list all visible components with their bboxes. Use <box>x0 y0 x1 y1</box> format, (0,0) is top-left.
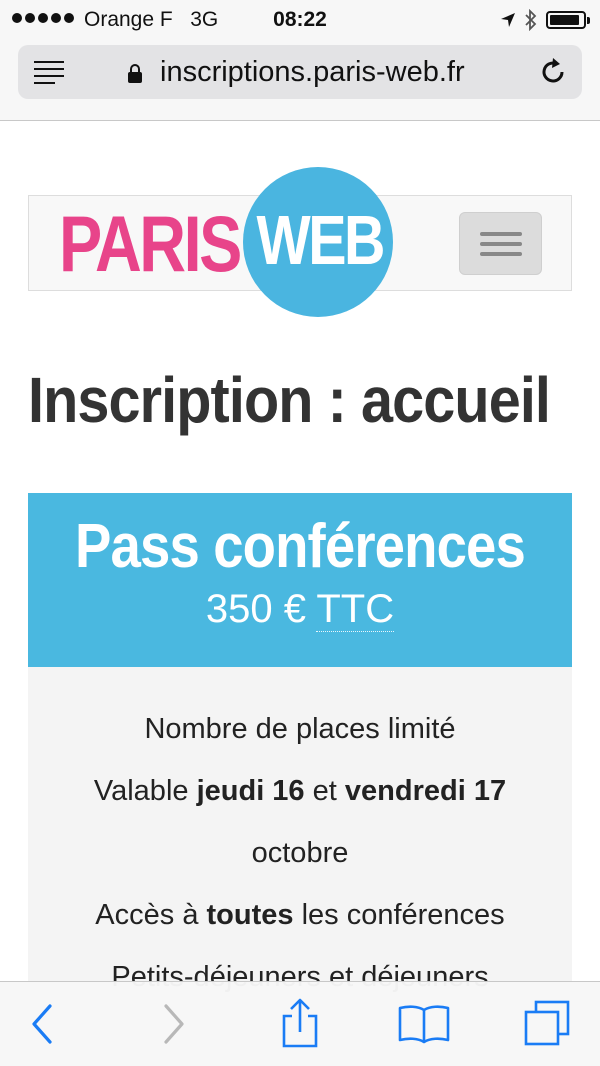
pass-card-header: Pass conférences 350 € TTC <box>28 493 572 667</box>
bookmarks-icon[interactable] <box>396 998 452 1050</box>
tabs-icon[interactable] <box>520 998 576 1050</box>
feature-text: Accès à <box>95 899 207 931</box>
page-title: Inscription : accueil <box>28 364 551 436</box>
price-tax-abbr: TTC <box>316 587 395 632</box>
share-icon[interactable] <box>272 998 328 1050</box>
logo-paris-text[interactable]: PARIS <box>59 204 242 283</box>
lock-icon <box>128 64 142 83</box>
feature-bold: vendredi 17 <box>344 775 507 807</box>
pass-price: 350 € TTC <box>28 587 572 632</box>
feature-bold: jeudi 16 <box>196 775 305 807</box>
reload-icon[interactable] <box>538 57 568 87</box>
browser-address-area: inscriptions.paris-web.fr <box>0 40 600 121</box>
feature-all-talks: Accès à toutes les conférences <box>28 901 572 930</box>
address-bar[interactable]: inscriptions.paris-web.fr <box>18 45 582 99</box>
feature-month: octobre <box>251 837 349 869</box>
browser-toolbar <box>0 981 600 1066</box>
feature-text: Valable <box>93 775 197 807</box>
price-amount: 350 € <box>205 587 306 631</box>
reader-view-icon[interactable] <box>34 61 64 89</box>
feature-text: les conférences <box>293 899 505 931</box>
battery-icon <box>546 11 590 29</box>
logo-web-text: WEB <box>256 201 386 279</box>
feature-text: et <box>304 775 345 807</box>
status-bar: Orange F 3G 08:22 <box>0 0 600 40</box>
url-text[interactable]: inscriptions.paris-web.fr <box>160 56 465 89</box>
feature-valid-days: Valable jeudi 16 et vendredi 17 <box>28 777 572 806</box>
back-icon[interactable] <box>14 998 70 1050</box>
bluetooth-icon <box>525 9 537 31</box>
feature-limited-places: Nombre de places limité <box>144 713 456 745</box>
pass-title: Pass conférences <box>75 512 526 581</box>
menu-toggle-button[interactable] <box>459 212 542 275</box>
location-icon <box>501 13 515 27</box>
feature-bold: toutes <box>206 899 294 931</box>
forward-icon[interactable] <box>146 998 202 1050</box>
logo-web-circle[interactable]: WEB <box>243 167 393 317</box>
